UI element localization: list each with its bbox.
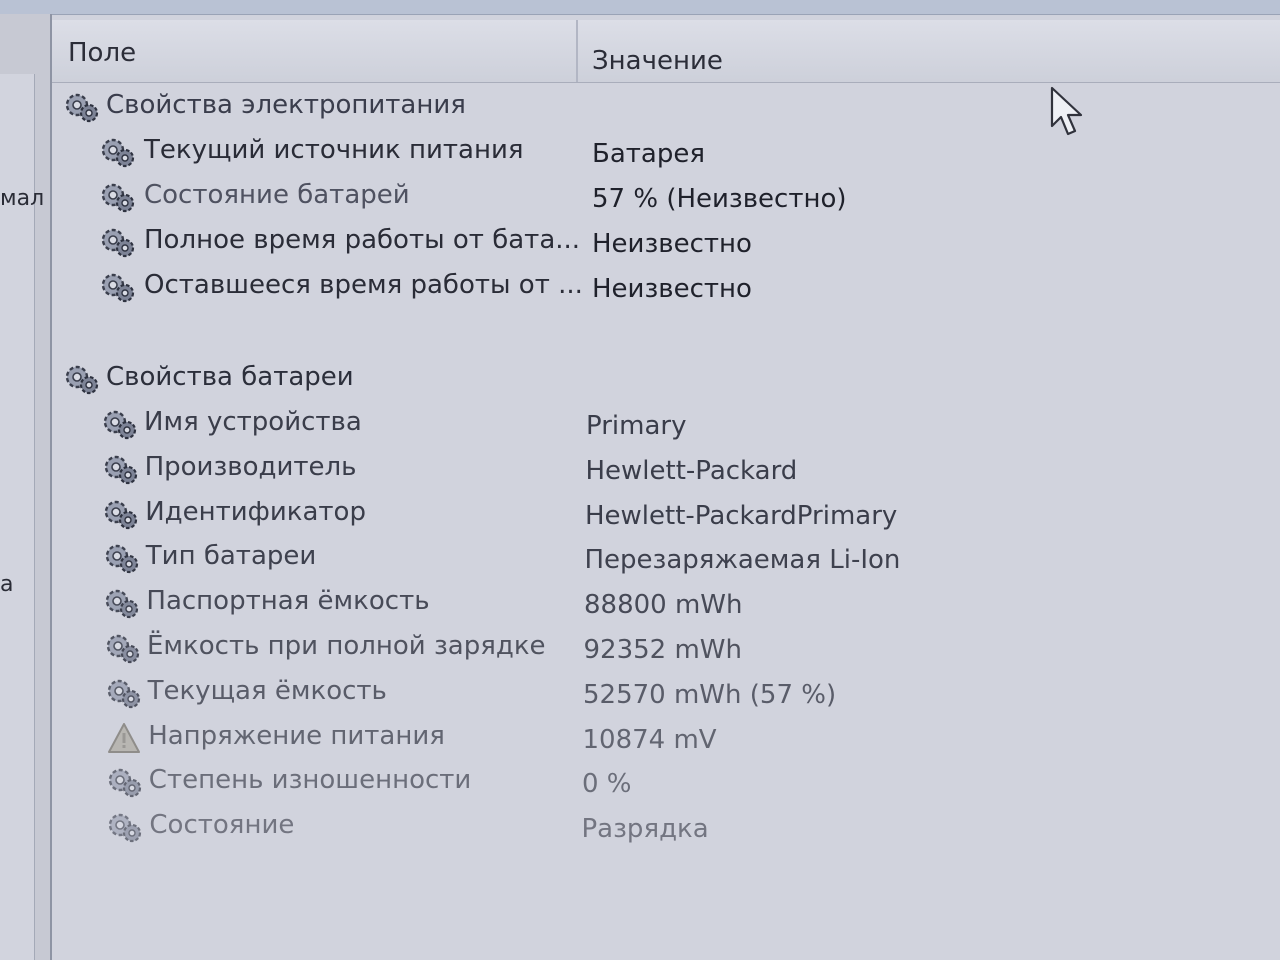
column-header: Поле Значение xyxy=(52,20,1280,83)
property-value: Hewlett-Packard xyxy=(585,455,798,486)
property-field: Степень изношенности xyxy=(148,765,472,796)
column-header-field[interactable]: Поле xyxy=(68,38,136,68)
property-value: Перезаряжаемая Li-Ion xyxy=(584,545,901,576)
battery-properties-icon xyxy=(100,135,136,169)
battery-properties-icon xyxy=(100,180,136,214)
property-row[interactable]: Ёмкость при полной зарядке 92352 mWh xyxy=(52,629,1280,669)
property-field: Полное время работы от бата... xyxy=(144,225,581,255)
property-field: Оставшееся время работы от ... xyxy=(144,270,583,300)
property-field: Имя устройства xyxy=(144,407,362,437)
property-field: Состояние батарей xyxy=(144,180,410,210)
battery-properties-icon xyxy=(104,586,140,620)
property-field: Тип батареи xyxy=(145,541,317,572)
property-row[interactable]: Паспортная ёмкость 88800 mWh xyxy=(52,584,1280,624)
property-row[interactable]: Полное время работы от бата... Неизвестно xyxy=(52,223,1280,263)
battery-properties-icon xyxy=(103,497,139,531)
left-pane-text-fragment: а xyxy=(0,572,14,597)
property-row[interactable]: Имя устройства Primary xyxy=(52,405,1280,445)
property-row[interactable]: Текущая ёмкость 52570 mWh (57 %) xyxy=(52,674,1280,714)
property-field: Состояние xyxy=(149,810,295,841)
property-field: Ёмкость при полной зарядке xyxy=(147,631,546,661)
battery-properties-icon xyxy=(105,631,141,665)
property-row[interactable]: Напряжение питания 10874 mV xyxy=(52,719,1280,759)
left-navigation-pane[interactable]: мал а xyxy=(0,14,52,960)
left-pane-text-fragment: мал xyxy=(0,186,45,211)
property-value: 0 % xyxy=(582,769,632,800)
property-field: Напряжение питания xyxy=(148,720,445,751)
warning-triangle-icon xyxy=(106,721,142,755)
property-value: 88800 mWh xyxy=(584,590,743,621)
property-value: 57 % (Неизвестно) xyxy=(592,184,847,214)
battery-properties-icon xyxy=(106,676,142,710)
battery-properties-icon xyxy=(102,407,138,441)
property-row[interactable]: Производитель Hewlett-Packard xyxy=(52,450,1280,490)
column-header-value[interactable]: Значение xyxy=(592,46,723,76)
property-field: Идентификатор xyxy=(145,496,366,527)
property-value: Батарея xyxy=(592,139,705,169)
mouse-cursor-icon xyxy=(1050,86,1083,136)
property-row[interactable]: Состояние Разрядка xyxy=(52,808,1280,848)
property-field: Производитель xyxy=(144,451,357,482)
property-row[interactable]: Идентификатор Hewlett-PackardPrimary xyxy=(52,495,1280,535)
battery-properties-icon xyxy=(64,90,100,124)
properties-list[interactable]: Поле Значение Свойства электропитания Тек… xyxy=(52,16,1280,960)
property-field: Текущий источник питания xyxy=(144,135,524,165)
group-title: Свойства батареи xyxy=(106,362,354,392)
battery-properties-icon xyxy=(64,362,100,396)
property-value: Разрядка xyxy=(581,814,709,845)
battery-properties-icon xyxy=(104,541,140,575)
property-value: 10874 mV xyxy=(582,724,717,755)
property-field: Текущая ёмкость xyxy=(147,675,387,706)
battery-properties-icon xyxy=(100,270,136,304)
battery-properties-icon xyxy=(107,810,143,844)
battery-properties-icon xyxy=(107,765,143,799)
battery-properties-icon xyxy=(100,225,136,259)
property-row[interactable]: Степень изношенности 0 % xyxy=(52,763,1280,803)
group-title: Свойства электропитания xyxy=(106,90,466,120)
property-field: Паспортная ёмкость xyxy=(146,586,430,617)
screen: мал а Поле Значение Свойства электропита… xyxy=(0,0,1280,960)
property-row[interactable]: Состояние батарей 57 % (Неизвестно) xyxy=(52,178,1280,218)
property-value: Неизвестно xyxy=(592,229,752,259)
column-separator[interactable] xyxy=(576,20,578,82)
property-row[interactable]: Тип батареи Перезаряжаемая Li-Ion xyxy=(52,539,1280,579)
property-row[interactable]: Оставшееся время работы от ... Неизвестно xyxy=(52,268,1280,308)
property-value: Primary xyxy=(586,411,687,441)
property-row[interactable]: Текущий источник питания Батарея xyxy=(52,133,1280,173)
property-value: Неизвестно xyxy=(592,274,752,304)
window-top-strip xyxy=(0,0,1280,15)
property-value: 52570 mWh (57 %) xyxy=(583,679,837,710)
group-header-power-properties[interactable]: Свойства электропитания xyxy=(52,88,1280,128)
battery-properties-icon xyxy=(103,452,139,486)
property-value: Hewlett-PackardPrimary xyxy=(585,500,898,531)
group-header-battery-properties[interactable]: Свойства батареи xyxy=(52,360,1280,400)
property-value: 92352 mWh xyxy=(583,635,743,665)
